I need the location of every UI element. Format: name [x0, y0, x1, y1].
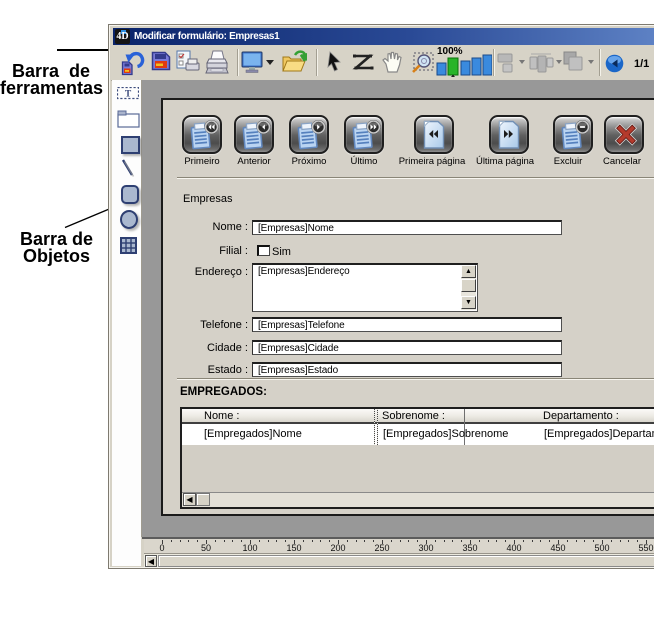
svg-text:T: T [125, 90, 132, 100]
